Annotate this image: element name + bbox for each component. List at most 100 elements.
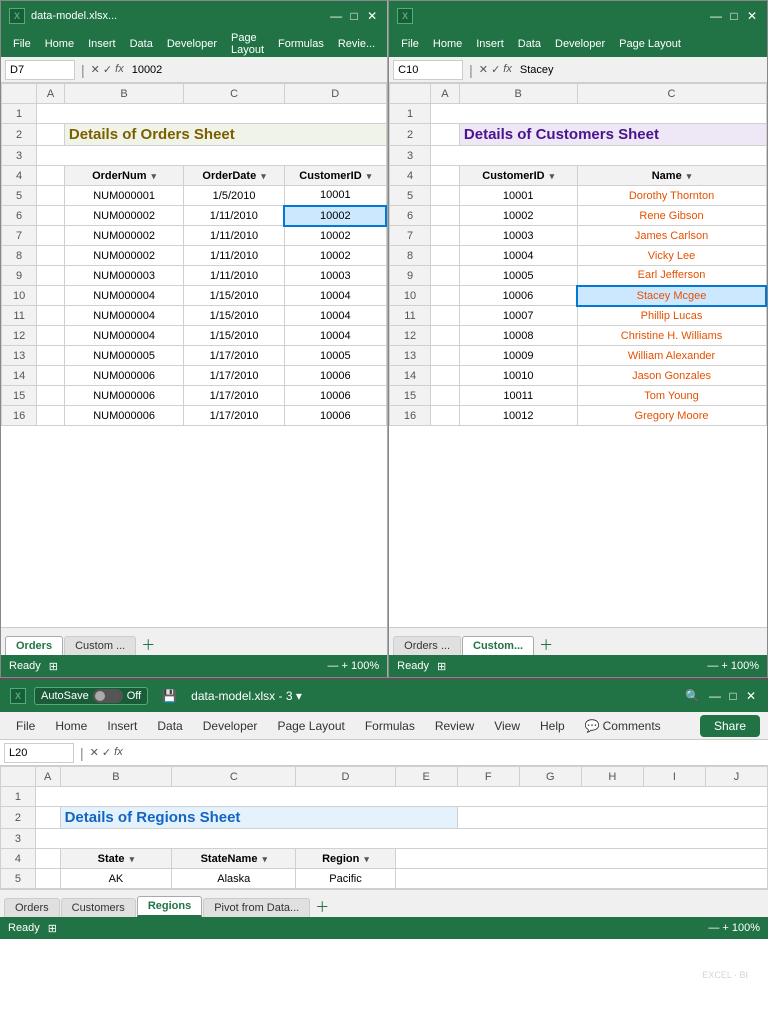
tab-orders-left[interactable]: Orders bbox=[5, 636, 63, 655]
add-sheet-btn-right[interactable]: ＋ bbox=[539, 635, 553, 655]
table-row: 5 NUM000001 1/5/2010 10001 bbox=[2, 186, 387, 206]
regions-cell-region: Pacific bbox=[296, 869, 395, 889]
menu-developer-bottom[interactable]: Developer bbox=[195, 717, 266, 735]
menu-home-bottom[interactable]: Home bbox=[47, 717, 95, 735]
menu-formulas-bottom[interactable]: Formulas bbox=[357, 717, 423, 735]
customers-cell: Rene Gibson bbox=[577, 206, 766, 226]
name-box-left[interactable]: D7 bbox=[5, 60, 75, 80]
menu-data-right[interactable]: Data bbox=[512, 36, 547, 52]
name-box-right[interactable]: C10 bbox=[393, 60, 463, 80]
tab-orders-bottom[interactable]: Orders bbox=[4, 898, 60, 917]
tab-customers-bottom[interactable]: Customers bbox=[61, 898, 136, 917]
customers-header-id: CustomerID ▾ bbox=[459, 166, 577, 186]
menu-home-left[interactable]: Home bbox=[39, 36, 80, 52]
autosave-state: Off bbox=[127, 690, 141, 702]
regions-header-region: Region ▾ bbox=[296, 849, 395, 869]
orders-cell: 10004 bbox=[284, 326, 386, 346]
orders-header-customerid: CustomerID ▾ bbox=[284, 166, 386, 186]
save-icon[interactable]: 💾 bbox=[162, 689, 177, 703]
status-bar-left: Ready ⊞ — + 100% bbox=[1, 655, 387, 677]
autosave-toggle[interactable] bbox=[93, 689, 123, 703]
name-box-bottom[interactable]: L20 bbox=[4, 743, 74, 763]
minimize-btn-left[interactable]: — bbox=[329, 9, 343, 23]
menu-formulas-left[interactable]: Formulas bbox=[272, 36, 330, 52]
row-num-r10: 10 bbox=[390, 286, 431, 306]
maximize-btn-bottom[interactable]: □ bbox=[726, 689, 740, 703]
menu-insert-left[interactable]: Insert bbox=[82, 36, 122, 52]
menu-view-bottom[interactable]: View bbox=[486, 717, 528, 735]
add-sheet-btn-bottom[interactable]: ＋ bbox=[315, 897, 329, 917]
table-row: 2 Details of Orders Sheet bbox=[2, 124, 387, 146]
customers-cell: Gregory Moore bbox=[577, 406, 766, 426]
customers-cell: William Alexander bbox=[577, 346, 766, 366]
formula-icons-left: ✕ ✓ fx bbox=[91, 63, 124, 76]
menu-review-bottom[interactable]: Review bbox=[427, 717, 482, 735]
orders-cell: 10004 bbox=[284, 306, 386, 326]
maximize-btn-left[interactable]: □ bbox=[347, 9, 361, 23]
orders-header-orderdate: OrderDate ▾ bbox=[184, 166, 285, 186]
menu-pagelayout-right[interactable]: Page Layout bbox=[613, 36, 687, 52]
spreadsheet-right: A B C 1 2 Details of Customers Sheet bbox=[389, 83, 767, 627]
menu-data-left[interactable]: Data bbox=[124, 36, 159, 52]
table-row: 12 NUM000004 1/15/2010 10004 bbox=[2, 326, 387, 346]
row-num-12: 12 bbox=[2, 326, 37, 346]
menu-file-left[interactable]: File bbox=[7, 36, 37, 52]
formula-value-left: 10002 bbox=[128, 64, 383, 76]
row-num-r4: 4 bbox=[390, 166, 431, 186]
search-icon-bottom[interactable]: 🔍 bbox=[685, 689, 700, 703]
orders-cell-selected: 10002 bbox=[284, 206, 386, 226]
table-row: 3 bbox=[2, 146, 387, 166]
close-btn-bottom[interactable]: ✕ bbox=[744, 689, 758, 703]
minimize-btn-bottom[interactable]: — bbox=[708, 689, 722, 703]
tab-orders-right[interactable]: Orders ... bbox=[393, 636, 461, 655]
customers-cell: 10006 bbox=[459, 286, 577, 306]
menu-pagelayout-left[interactable]: Page Layout bbox=[225, 30, 270, 58]
col-header-blank-bottom bbox=[1, 767, 36, 787]
formula-divider-left: | bbox=[81, 62, 85, 78]
close-btn-left[interactable]: ✕ bbox=[365, 9, 379, 23]
window-controls-right[interactable]: — □ ✕ bbox=[709, 9, 759, 23]
tab-custom-left[interactable]: Custom ... bbox=[64, 636, 136, 655]
maximize-btn-right[interactable]: □ bbox=[727, 9, 741, 23]
menu-help-bottom[interactable]: Help bbox=[532, 717, 573, 735]
window-controls-bottom[interactable]: — □ ✕ bbox=[708, 689, 758, 703]
orders-cell: 1/5/2010 bbox=[184, 186, 285, 206]
menu-review-left[interactable]: Revie... bbox=[332, 36, 381, 52]
filename-left: data-model.xlsx... bbox=[31, 10, 323, 22]
menu-home-right[interactable]: Home bbox=[427, 36, 468, 52]
customers-cell: 10009 bbox=[459, 346, 577, 366]
menu-insert-bottom[interactable]: Insert bbox=[99, 717, 145, 735]
menu-data-bottom[interactable]: Data bbox=[149, 717, 190, 735]
menu-file-right[interactable]: File bbox=[395, 36, 425, 52]
status-icon-bottom: ⊞ bbox=[48, 922, 57, 935]
menu-bar-bottom: File Home Insert Data Developer Page Lay… bbox=[0, 712, 768, 740]
table-row: 1 bbox=[1, 787, 768, 807]
menu-insert-right[interactable]: Insert bbox=[470, 36, 510, 52]
table-row: 6 10002 Rene Gibson bbox=[390, 206, 766, 226]
window-controls-left[interactable]: — □ ✕ bbox=[329, 9, 379, 23]
tab-pivot-bottom[interactable]: Pivot from Data... bbox=[203, 898, 310, 917]
close-btn-right[interactable]: ✕ bbox=[745, 9, 759, 23]
tab-bar-left: Orders Custom ... ＋ bbox=[1, 627, 387, 655]
col-header-c-bottom: C bbox=[172, 767, 296, 787]
customers-cell: 10002 bbox=[459, 206, 577, 226]
tab-regions-bottom[interactable]: Regions bbox=[137, 896, 202, 917]
col-header-blank-left bbox=[2, 84, 37, 104]
status-icon-left: ⊞ bbox=[49, 660, 58, 673]
menu-bar-right: File Home Insert Data Developer Page Lay… bbox=[389, 31, 767, 57]
menu-developer-left[interactable]: Developer bbox=[161, 36, 223, 52]
col-header-a-right: A bbox=[430, 84, 459, 104]
share-button[interactable]: Share bbox=[700, 715, 760, 737]
row-num-9: 9 bbox=[2, 266, 37, 286]
tab-customers-right[interactable]: Custom... bbox=[462, 636, 534, 655]
menu-pagelayout-bottom[interactable]: Page Layout bbox=[269, 717, 352, 735]
table-row: 4 OrderNum ▾ OrderDate ▾ CustomerID ▾ bbox=[2, 166, 387, 186]
minimize-btn-right[interactable]: — bbox=[709, 9, 723, 23]
menu-file-bottom[interactable]: File bbox=[8, 717, 43, 735]
row-num-r8: 8 bbox=[390, 246, 431, 266]
menu-developer-right[interactable]: Developer bbox=[549, 36, 611, 52]
orders-cell: NUM000001 bbox=[64, 186, 183, 206]
comments-button[interactable]: 💬 Comments bbox=[577, 717, 669, 735]
table-row: 13 NUM000005 1/17/2010 10005 bbox=[2, 346, 387, 366]
add-sheet-btn-left[interactable]: ＋ bbox=[141, 635, 155, 655]
